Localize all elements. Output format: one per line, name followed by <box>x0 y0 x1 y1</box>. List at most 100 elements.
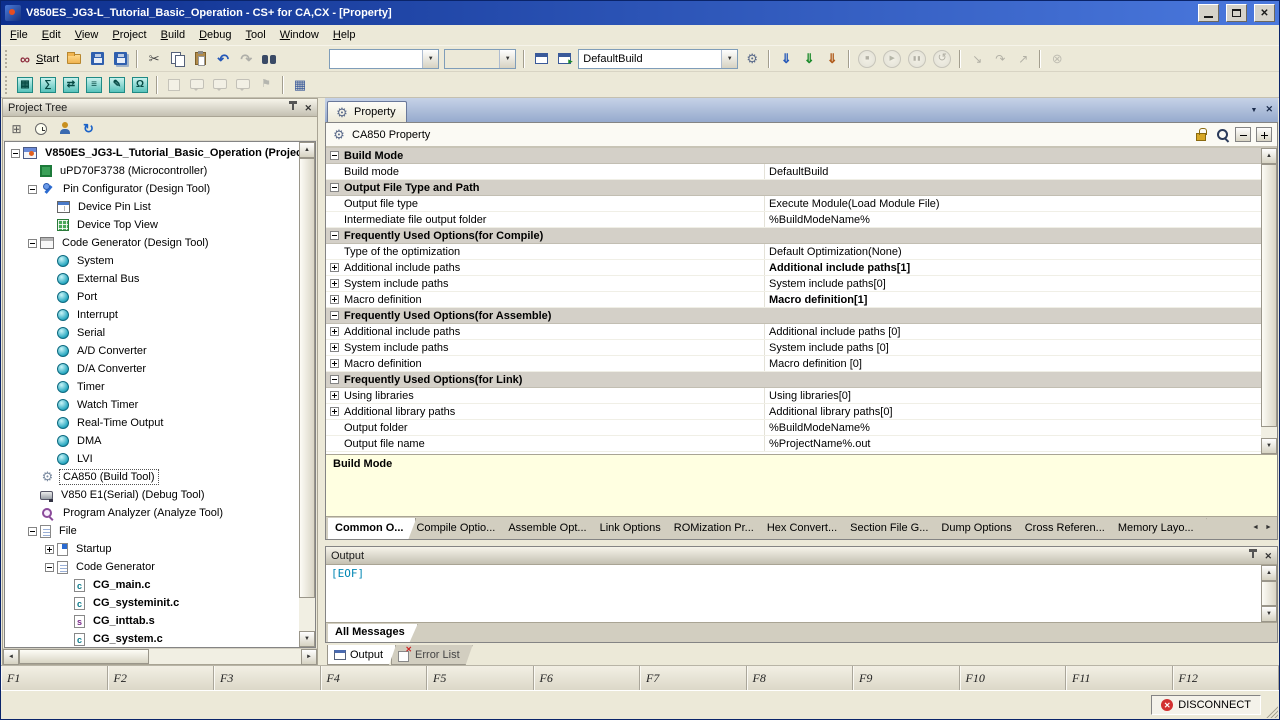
property-label[interactable]: Type of the optimization <box>342 246 764 258</box>
rebuild-download-button[interactable] <box>821 48 843 70</box>
trace-button[interactable] <box>129 74 151 96</box>
function-key-f2[interactable]: F2 <box>108 666 215 690</box>
edit-button[interactable] <box>106 74 128 96</box>
property-value[interactable]: Additional include paths [0] <box>764 324 1261 339</box>
toolbar-grip[interactable] <box>5 50 9 68</box>
menu-item-window[interactable]: Window <box>273 26 326 44</box>
category-collapse-box[interactable] <box>330 231 339 240</box>
scroll-thumb[interactable] <box>19 649 149 664</box>
property-category-row[interactable]: Build Mode <box>326 148 1261 164</box>
property-value[interactable]: Macro definition [0] <box>764 356 1261 371</box>
function-key-f8[interactable]: F8 <box>747 666 854 690</box>
tree-node[interactable]: Pin Configurator (Design Tool) <box>5 180 299 198</box>
tree-node[interactable]: Serial <box>5 324 299 342</box>
property-label[interactable]: Build mode <box>342 166 764 178</box>
property-value[interactable]: %BuildModeName% <box>764 420 1261 435</box>
property-value[interactable]: %BuildModeName% <box>764 212 1261 227</box>
property-label[interactable]: Intermediate file output folder <box>342 214 764 226</box>
tree-vertical-scrollbar[interactable] <box>299 142 315 647</box>
scroll-left-button[interactable] <box>3 649 19 665</box>
start-debug-button[interactable]: Start <box>14 48 62 70</box>
tree-horizontal-scrollbar[interactable] <box>3 648 317 664</box>
tree-node[interactable]: Device Top View <box>5 216 299 234</box>
tree-expander-minus[interactable] <box>28 185 37 194</box>
windows-button[interactable] <box>289 74 311 96</box>
tab-scroll-left-icon[interactable] <box>1250 521 1261 534</box>
build-mode-combo[interactable]: DefaultBuild <box>578 49 738 69</box>
scroll-down-button[interactable] <box>1261 438 1277 454</box>
tree-node[interactable]: Timer <box>5 378 299 396</box>
tree-node[interactable]: Real-Time Output <box>5 414 299 432</box>
property-label[interactable]: Additional include paths <box>342 326 764 338</box>
close-panel-icon[interactable] <box>1264 550 1272 562</box>
property-label[interactable]: Output file type <box>342 198 764 210</box>
property-tab-hex-convert[interactable]: Hex Convert... <box>760 518 850 539</box>
property-value[interactable]: %ProjectName%.out <box>764 436 1261 451</box>
tree-node[interactable]: CG_system.c <box>5 630 299 647</box>
tree-node[interactable]: D/A Converter <box>5 360 299 378</box>
paste-button[interactable] <box>189 48 211 70</box>
tree-node[interactable]: System <box>5 252 299 270</box>
property-expand-box[interactable] <box>330 279 339 288</box>
tree-expander-minus[interactable] <box>28 527 37 536</box>
expand-all-button[interactable] <box>1256 127 1272 142</box>
property-value[interactable]: DefaultBuild <box>764 164 1261 179</box>
collapse-all-button[interactable] <box>1235 127 1251 142</box>
tree-node[interactable]: External Bus <box>5 270 299 288</box>
tree-node[interactable]: CG_main.c <box>5 576 299 594</box>
property-expand-box[interactable] <box>330 295 339 304</box>
menu-item-help[interactable]: Help <box>326 26 363 44</box>
property-label[interactable]: System include paths <box>342 278 764 290</box>
function-key-f12[interactable]: F12 <box>1173 666 1280 690</box>
scroll-track[interactable] <box>299 158 315 631</box>
tree-expander-minus[interactable] <box>45 563 54 572</box>
save-button[interactable] <box>86 48 108 70</box>
transfer-button[interactable] <box>60 74 82 96</box>
output-text[interactable]: [EOF] <box>326 565 1261 622</box>
menu-item-build[interactable]: Build <box>154 26 192 44</box>
property-expand-box[interactable] <box>330 359 339 368</box>
scroll-right-button[interactable] <box>301 649 317 665</box>
lock-icon[interactable] <box>1193 127 1209 143</box>
toolbar-grip[interactable] <box>5 76 9 94</box>
function-key-f5[interactable]: F5 <box>427 666 534 690</box>
tree-expander-plus[interactable] <box>45 545 54 554</box>
scroll-thumb[interactable] <box>1261 164 1277 427</box>
property-tab-assemble-opt[interactable]: Assemble Opt... <box>501 518 599 539</box>
property-value[interactable]: Execute Module(Load Module File) <box>764 196 1261 211</box>
tree-node[interactable]: Code Generator (Design Tool) <box>5 234 299 252</box>
tree-node[interactable]: Code Generator <box>5 558 299 576</box>
property-label[interactable]: Output folder <box>342 422 764 434</box>
property-value[interactable]: Default Optimization(None) <box>764 244 1261 259</box>
menu-item-tool[interactable]: Tool <box>239 26 273 44</box>
tree-node[interactable]: Device Pin List <box>5 198 299 216</box>
tree-node[interactable]: DMA <box>5 432 299 450</box>
property-expand-box[interactable] <box>330 263 339 272</box>
tree-node[interactable]: A/D Converter <box>5 342 299 360</box>
property-label[interactable]: Macro definition <box>342 294 764 306</box>
scroll-up-button[interactable] <box>1261 565 1277 581</box>
property-category-row[interactable]: Frequently Used Options(for Compile) <box>326 228 1261 244</box>
scroll-track[interactable] <box>19 649 301 664</box>
open-project-button[interactable] <box>63 48 85 70</box>
tree-node[interactable]: LVI <box>5 450 299 468</box>
scroll-up-button[interactable] <box>299 142 315 158</box>
tree-node[interactable]: Interrupt <box>5 306 299 324</box>
clock-button[interactable] <box>30 119 51 139</box>
cut-button[interactable] <box>143 48 165 70</box>
scroll-thumb[interactable] <box>1261 581 1277 606</box>
function-key-f1[interactable]: F1 <box>1 666 108 690</box>
scroll-track[interactable] <box>1261 581 1277 606</box>
find-button[interactable] <box>281 48 303 70</box>
memory-button[interactable] <box>14 74 36 96</box>
property-value[interactable]: Macro definition[1] <box>764 292 1261 307</box>
scroll-thumb[interactable] <box>299 158 315 598</box>
find-next-button[interactable] <box>304 48 326 70</box>
build-window-button[interactable] <box>530 48 552 70</box>
close-document-icon[interactable] <box>1265 103 1273 115</box>
property-label[interactable]: Output file name <box>342 438 764 450</box>
property-tab-memory-layo[interactable]: Memory Layo... <box>1111 518 1207 539</box>
menu-item-edit[interactable]: Edit <box>35 26 68 44</box>
menu-item-file[interactable]: File <box>3 26 35 44</box>
property-expand-box[interactable] <box>330 343 339 352</box>
